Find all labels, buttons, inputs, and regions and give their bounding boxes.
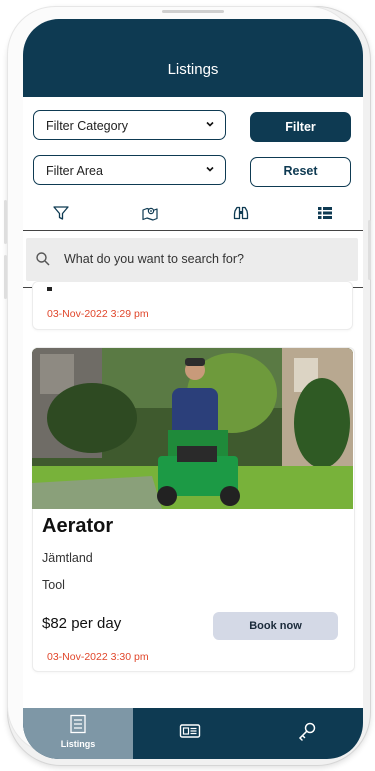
nav-label-listings: Listings xyxy=(60,739,96,749)
app-header: Listings xyxy=(23,19,363,97)
filter-category-label: Filter Category xyxy=(46,119,128,133)
key-icon xyxy=(298,722,316,741)
listing-card[interactable]: 03-Nov-2022 3:29 pm xyxy=(32,281,353,330)
nav-item-listings[interactable]: Listings xyxy=(23,708,133,759)
listing-price: $82 per day xyxy=(42,615,122,632)
nav-item-account[interactable] xyxy=(248,708,363,759)
book-now-button[interactable]: Book now xyxy=(213,612,338,640)
page-title: Listings xyxy=(167,61,219,78)
filter-category-select[interactable]: Filter Category xyxy=(33,110,226,140)
chevron-down-icon xyxy=(206,121,214,127)
search-icon xyxy=(36,252,50,266)
phone-side-button xyxy=(4,255,7,299)
filter-area-label: Filter Area xyxy=(46,164,103,178)
search-input[interactable]: What do you want to search for? xyxy=(26,238,358,281)
listing-date: 03-Nov-2022 3:30 pm xyxy=(47,651,149,663)
listing-photo[interactable] xyxy=(32,348,353,509)
bullet-mark xyxy=(47,287,52,291)
map-icon[interactable] xyxy=(141,205,159,221)
filter-icon[interactable] xyxy=(52,205,70,221)
listing-category: Tool xyxy=(42,578,65,592)
search-placeholder: What do you want to search for? xyxy=(64,252,244,266)
phone-side-button xyxy=(368,220,371,280)
id-card-icon xyxy=(179,724,201,738)
list-icon[interactable] xyxy=(316,205,334,221)
aerator-image xyxy=(32,348,353,509)
nav-item-profile[interactable] xyxy=(133,708,248,759)
listing-location: Jämtland xyxy=(42,551,93,565)
chevron-down-icon xyxy=(206,166,214,172)
filter-button[interactable]: Filter xyxy=(250,112,351,142)
binoculars-icon[interactable] xyxy=(232,205,250,221)
search-bar: What do you want to search for? xyxy=(23,230,363,288)
bottom-nav: Listings xyxy=(23,708,363,759)
listings-icon xyxy=(70,714,86,734)
filter-area-select[interactable]: Filter Area xyxy=(33,155,226,185)
reset-button[interactable]: Reset xyxy=(250,157,351,187)
listing-title: Aerator xyxy=(42,515,114,537)
app-screen: Listings Filter Category Filter Filter A… xyxy=(23,19,363,759)
listing-date: 03-Nov-2022 3:29 pm xyxy=(47,308,149,320)
phone-speaker xyxy=(162,10,224,13)
phone-side-button xyxy=(4,200,7,244)
